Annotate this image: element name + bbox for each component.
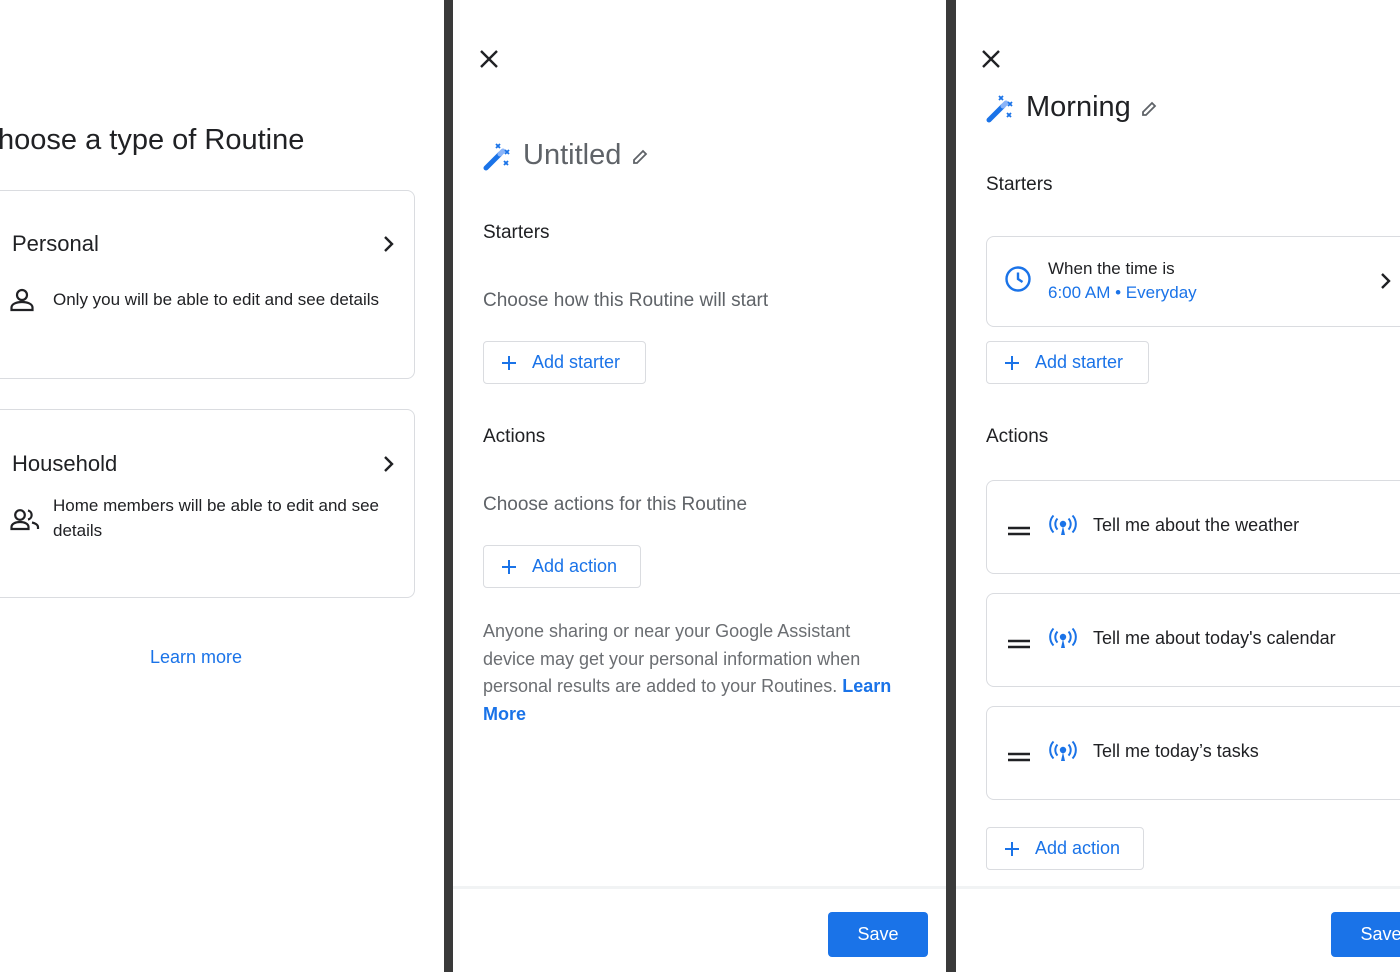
separator-dot: •	[1115, 283, 1122, 302]
actions-helper: Choose actions for this Routine	[483, 494, 748, 515]
plus-icon	[502, 355, 516, 370]
learn-more-link[interactable]: Learn	[842, 676, 891, 696]
starters-heading: Starters	[483, 222, 550, 243]
drag-handle-icon[interactable]	[1008, 749, 1030, 767]
disclaimer-line: Anyone sharing or near your Google Assis…	[483, 621, 851, 641]
household-routine-card[interactable]: Household Home members will be able to e…	[0, 409, 415, 598]
broadcast-icon	[1049, 627, 1077, 656]
page-title: hoose a type of Routine	[0, 124, 305, 156]
action-label: Tell me about the weather	[1093, 515, 1300, 535]
action-item[interactable]: Tell me today’s tasks	[986, 706, 1400, 800]
action-label: Tell me about today's calendar	[1093, 628, 1336, 648]
learn-more-link[interactable]: More	[483, 704, 526, 724]
action-label: Tell me today’s tasks	[1093, 741, 1259, 761]
add-starter-label: Add starter	[532, 352, 621, 372]
add-action-label: Add action	[1035, 838, 1121, 858]
starter-card[interactable]: When the time is 6:00 AM • Everyday	[986, 236, 1400, 327]
add-action-button[interactable]: Add action	[986, 827, 1144, 870]
action-item[interactable]: Tell me about the weather	[986, 480, 1400, 574]
card-description: Home members will be able to edit and se…	[53, 493, 379, 543]
broadcast-icon	[1049, 740, 1077, 769]
starter-schedule: 6:00 AM • Everyday	[1048, 283, 1197, 303]
chevron-right-icon	[1379, 272, 1393, 295]
footer-divider	[453, 886, 946, 889]
plus-icon	[1005, 841, 1019, 856]
card-title: Household	[12, 451, 118, 476]
save-button[interactable]: Save	[828, 912, 928, 957]
chevron-right-icon	[382, 235, 396, 258]
starters-heading: Starters	[986, 174, 1053, 195]
clock-icon	[1004, 265, 1032, 298]
add-action-button[interactable]: Add action	[483, 545, 641, 588]
close-icon[interactable]	[477, 47, 501, 71]
plus-icon	[502, 559, 516, 574]
learn-more-link[interactable]: Learn more	[150, 647, 242, 668]
routine-name: Morning	[1026, 91, 1131, 123]
card-title: Personal	[12, 231, 99, 256]
action-item[interactable]: Tell me about today's calendar	[986, 593, 1400, 687]
broadcast-icon	[1049, 514, 1077, 543]
morning-routine-panel: Morning Starters When the time is 6:00 A…	[956, 0, 1400, 972]
close-icon[interactable]	[979, 47, 1003, 71]
starter-time: 6:00 AM	[1048, 283, 1111, 302]
person-icon	[9, 288, 35, 317]
privacy-disclaimer: Anyone sharing or near your Google Assis…	[483, 618, 913, 728]
card-description-line: Home members will be able to edit and se…	[53, 496, 379, 515]
personal-routine-card[interactable]: Personal Only you will be able to edit a…	[0, 190, 415, 379]
add-starter-button[interactable]: Add starter	[483, 341, 646, 384]
add-starter-button[interactable]: Add starter	[986, 341, 1149, 384]
disclaimer-line: device may get your personal information…	[483, 648, 861, 669]
plus-icon	[1005, 355, 1019, 370]
new-routine-panel: Untitled Starters Choose how this Routin…	[453, 0, 946, 972]
drag-handle-icon[interactable]	[1008, 636, 1030, 654]
starter-repeat: Everyday	[1125, 283, 1197, 302]
edit-pencil-icon[interactable]	[1140, 100, 1158, 123]
routine-name: Untitled	[523, 139, 622, 171]
actions-heading: Actions	[986, 426, 1049, 447]
routine-wand-icon	[483, 141, 513, 176]
add-starter-label: Add starter	[1035, 352, 1124, 372]
card-description-line: details	[53, 521, 103, 540]
edit-pencil-icon[interactable]	[631, 148, 649, 171]
actions-heading: Actions	[483, 426, 546, 447]
chevron-right-icon	[382, 455, 396, 478]
starter-title: When the time is	[1048, 259, 1175, 278]
routine-wand-icon	[986, 93, 1016, 128]
drag-handle-icon[interactable]	[1008, 523, 1030, 541]
save-button[interactable]: Save	[1331, 912, 1400, 957]
disclaimer-line: personal results are added to your Routi…	[483, 676, 838, 696]
add-action-label: Add action	[532, 556, 618, 576]
people-icon	[10, 508, 40, 537]
footer-divider	[956, 886, 1400, 889]
card-description: Only you will be able to edit and see de…	[53, 290, 380, 309]
starters-helper: Choose how this Routine will start	[483, 290, 769, 311]
routine-type-panel: hoose a type of Routine Personal Only yo…	[0, 0, 444, 972]
